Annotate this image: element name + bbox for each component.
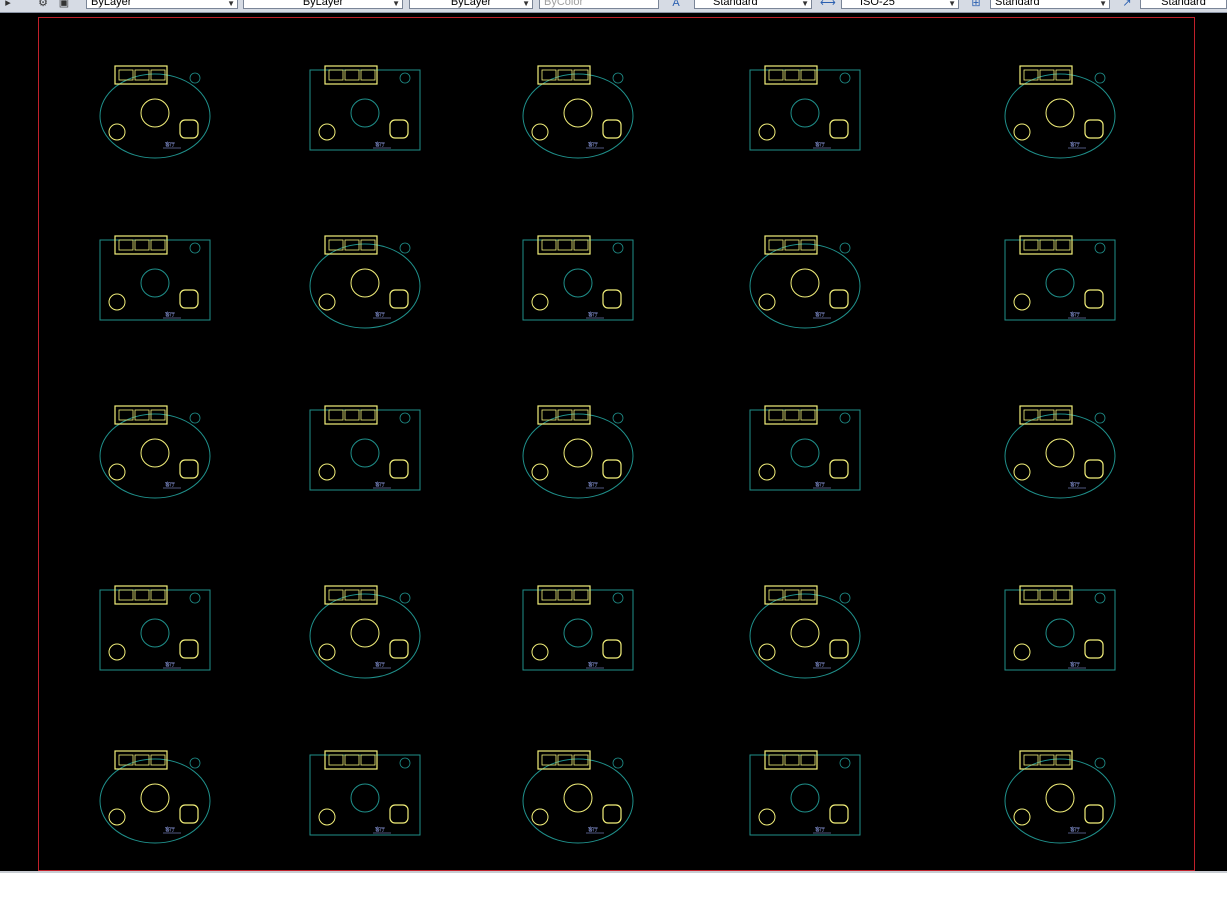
mleader-style-combo-value: Standard	[1161, 0, 1206, 8]
furniture-block: 客厅	[522, 65, 634, 159]
dim-style-combo-value: ISO-25	[860, 0, 895, 8]
block-label: 客厅	[165, 661, 175, 668]
linetype-combo[interactable]: ByLayer ▼	[243, 0, 403, 9]
drawing-canvas[interactable]: 客厅 客厅 客厅 客厅 客厅 客厅 客厅 客厅 客厅 客厅 客厅 客厅 客厅 客厅 客厅 客厅 客厅 客厅 客厅 客厅…	[0, 13, 1227, 871]
block-label: 客厅	[165, 141, 175, 148]
block-label: 客厅	[375, 481, 385, 488]
block-label: 客厅	[588, 141, 598, 148]
properties-toolbar: ▸ ⚙ ▣ ByLayer ▼ ByLayer ▼ ByLayer ▼ ByCo…	[0, 0, 1227, 13]
table-style-combo[interactable]: Standard ▼	[990, 0, 1110, 9]
mleader-style-combo[interactable]: Standard	[1140, 0, 1227, 9]
furniture-block: 客厅	[1004, 585, 1116, 671]
furniture-block: 客厅	[749, 65, 861, 151]
furniture-block: 客厅	[1004, 405, 1116, 499]
block-label: 客厅	[815, 141, 825, 148]
furniture-block: 客厅	[1004, 65, 1116, 159]
block-label: 客厅	[588, 481, 598, 488]
furniture-block: 客厅	[522, 750, 634, 844]
chevron-down-icon: ▼	[392, 0, 400, 8]
mleader-style-icon[interactable]: ↗	[1120, 0, 1134, 10]
block-label: 客厅	[815, 826, 825, 833]
block-label: 客厅	[1070, 826, 1080, 833]
chevron-down-icon: ▼	[522, 0, 530, 8]
gear-icon[interactable]: ⚙	[36, 0, 50, 10]
furniture-block: 客厅	[1004, 235, 1116, 321]
furniture-block: 客厅	[99, 65, 211, 159]
drawing-svg: 客厅 客厅 客厅 客厅 客厅客厅 客厅 客厅 客厅 客厅客厅 客厅 客厅 客厅 客厅客厅 客厅 客厅 客厅 客厅…	[38, 17, 1195, 871]
block-label: 客厅	[1070, 141, 1080, 148]
block-label: 客厅	[1070, 481, 1080, 488]
furniture-block: 客厅	[522, 235, 634, 321]
furniture-block: 客厅	[749, 235, 861, 329]
block-label: 客厅	[375, 311, 385, 318]
dim-style-icon[interactable]: ⟷	[820, 0, 836, 10]
block-label: 客厅	[588, 311, 598, 318]
text-style-combo-value: Standard	[713, 0, 758, 8]
block-label: 客厅	[375, 141, 385, 148]
chevron-down-icon: ▼	[948, 0, 956, 8]
block-label: 客厅	[165, 311, 175, 318]
block-label: 客厅	[1070, 311, 1080, 318]
furniture-block: 客厅	[309, 405, 421, 491]
furniture-block: 客厅	[309, 65, 421, 151]
furniture-block: 客厅	[99, 235, 211, 321]
furniture-block: 客厅	[309, 235, 421, 329]
furniture-block: 客厅	[1004, 750, 1116, 844]
chevron-down-icon: ▼	[227, 0, 235, 8]
block-label: 客厅	[375, 661, 385, 668]
text-style-icon[interactable]: A	[669, 0, 683, 10]
dim-style-combo[interactable]: ISO-25 ▼	[841, 0, 959, 9]
furniture-block: 客厅	[99, 750, 211, 844]
block-label: 客厅	[165, 481, 175, 488]
furniture-block: 客厅	[749, 405, 861, 491]
plot-style-combo-value: ByColor	[544, 0, 584, 8]
block-label: 客厅	[375, 826, 385, 833]
color-combo[interactable]: ByLayer ▼	[86, 0, 238, 9]
chevron-down-icon: ▼	[1099, 0, 1107, 8]
text-style-combo[interactable]: Standard ▼	[694, 0, 812, 9]
block-label: 客厅	[815, 481, 825, 488]
layer-state-icon[interactable]: ▣	[57, 0, 71, 10]
status-bar	[0, 871, 1227, 907]
block-label: 客厅	[1070, 661, 1080, 668]
linetype-combo-value: ByLayer	[302, 0, 344, 8]
chevron-down-icon: ▼	[801, 0, 809, 8]
furniture-block: 客厅	[749, 750, 861, 836]
furniture-block: 客厅	[749, 585, 861, 679]
table-style-icon[interactable]: ⊞	[969, 0, 983, 10]
plot-style-combo[interactable]: ByColor	[539, 0, 659, 9]
layer-arrow-icon[interactable]: ▸	[1, 0, 15, 10]
block-label: 客厅	[588, 826, 598, 833]
lineweight-combo-value: ByLayer	[450, 0, 492, 8]
color-combo-value: ByLayer	[91, 0, 132, 8]
furniture-block: 客厅	[309, 585, 421, 679]
block-label: 客厅	[815, 311, 825, 318]
lineweight-combo[interactable]: ByLayer ▼	[409, 0, 533, 9]
furniture-block: 客厅	[99, 405, 211, 499]
furniture-block: 客厅	[522, 405, 634, 499]
block-label: 客厅	[588, 661, 598, 668]
furniture-block: 客厅	[522, 585, 634, 671]
furniture-block: 客厅	[309, 750, 421, 836]
furniture-block: 客厅	[99, 585, 211, 671]
table-style-combo-value: Standard	[995, 0, 1040, 8]
furniture-blocks: 客厅 客厅 客厅 客厅 客厅客厅 客厅 客厅 客厅 客厅客厅 客厅 客厅 客厅 客厅客厅 客厅 客厅 客厅 客厅…	[99, 65, 1116, 844]
block-label: 客厅	[815, 661, 825, 668]
block-label: 客厅	[165, 826, 175, 833]
